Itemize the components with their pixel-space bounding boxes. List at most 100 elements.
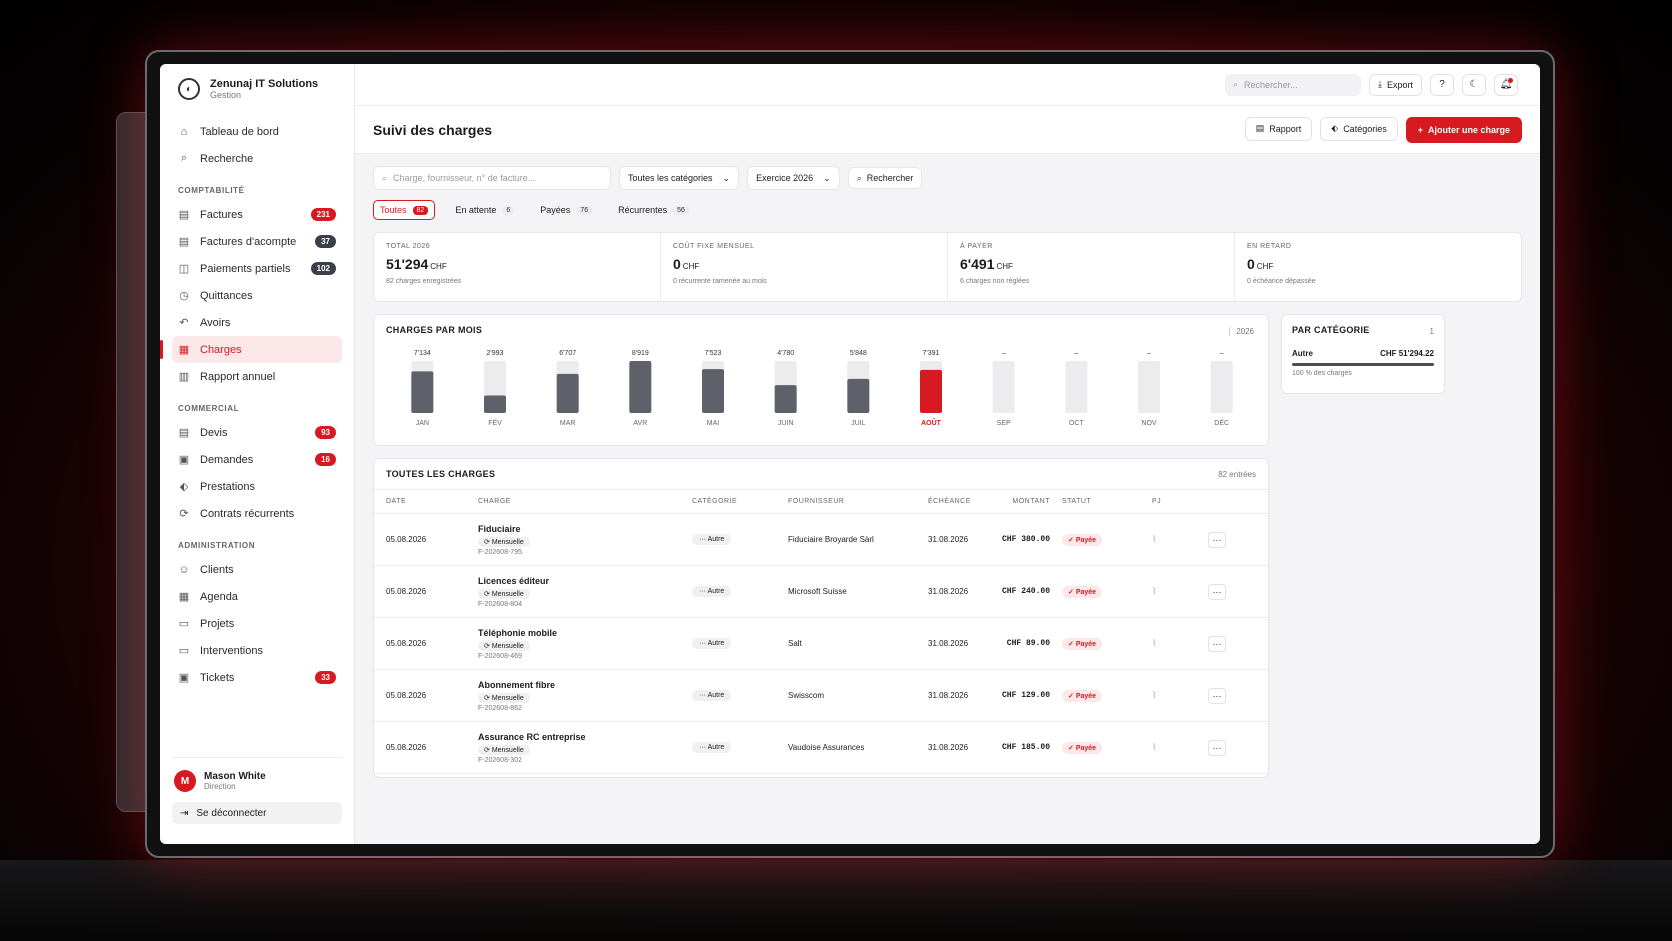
category-select[interactable]: Toutes les catégories ⌄ (619, 166, 740, 190)
table-row[interactable]: 05.08.2026 Téléphonie mobile ⟳ Mensuelle F-… (374, 618, 1268, 670)
add-charge-button[interactable]: + Ajouter une charge (1405, 116, 1522, 143)
export-button[interactable]: ⤓ Export (1369, 73, 1422, 96)
table-row[interactable]: 05.08.2026 Abonnement fibre ⟳ Mensuelle F-2… (374, 670, 1268, 722)
report-button[interactable]: ▤ Rapport (1244, 116, 1313, 141)
sidebar-item-receipt[interactable]: ◷ Quittances (172, 282, 342, 309)
column-header: PJ (1152, 498, 1162, 505)
cell-charge: Licences éditeur ⟳ Mensuelle F-202608-804 (478, 576, 692, 608)
sidebar-item-label: Clients (200, 563, 234, 576)
chart-title: CHARGES PAR MOIS (386, 325, 483, 335)
notifications-button[interactable]: 🔔︎ (1494, 73, 1518, 96)
brand[interactable]: ◐ Zenunaj IT Solutions Gestion (172, 78, 342, 100)
category-name: Autre (1292, 349, 1313, 358)
bar-value-label: 2'993 (487, 350, 504, 357)
sidebar-item-home[interactable]: ⌂ Tableau de bord (172, 118, 342, 145)
quote-icon: ▤ (178, 427, 190, 439)
row-actions-button[interactable]: ··· (1208, 687, 1226, 704)
table-row[interactable]: 05.08.2026 Fiduciaire ⟳ Mensuelle F-202608-… (374, 514, 1268, 566)
sidebar-item-tag[interactable]: ⬖ Prestations (172, 473, 342, 500)
brand-logo-icon: ◐ (178, 78, 200, 100)
column-header: MONTANT (1012, 498, 1050, 505)
tab-2[interactable]: Payées 76 (534, 200, 598, 220)
theme-toggle-button[interactable]: ☾ (1462, 73, 1486, 96)
sidebar-item-requests[interactable]: ▣ Demandes 16 (172, 446, 342, 473)
row-actions-button[interactable]: ··· (1208, 583, 1226, 600)
cell-attachment[interactable]: ⌇ (1152, 638, 1208, 649)
tab-count: 82 (412, 205, 429, 215)
sidebar-item-search[interactable]: ⌕ Recherche (172, 145, 342, 172)
cell-attachment[interactable]: ⌇ (1152, 534, 1208, 545)
sidebar-item-calendar[interactable]: ▦ Agenda (172, 583, 342, 610)
sidebar-item-partial-payment[interactable]: ◫ Paiements partiels 102 (172, 255, 342, 282)
frequency-label: Mensuelle (491, 694, 524, 702)
bar-value-label: – (1147, 350, 1151, 357)
sidebar-item-annual-report[interactable]: ▥ Rapport annuel (172, 363, 342, 390)
sidebar-item-credit-note[interactable]: ↶ Avoirs (172, 309, 342, 336)
row-actions-button[interactable]: ··· (1208, 531, 1226, 548)
stat-value-wrap: 0 CHF (1247, 256, 1509, 272)
charge-name: Assurance RC entreprise (478, 731, 586, 742)
sidebar-item-ticket[interactable]: ▣ Tickets 33 (172, 664, 342, 691)
bar-value-label: 5'848 (850, 350, 867, 357)
bar-avr[interactable] (629, 361, 652, 413)
bar-mar[interactable] (556, 373, 579, 413)
intervention-icon: ▭ (178, 645, 190, 657)
status-badge: ✓ Payée (1062, 741, 1103, 754)
status-label: Payée (1075, 536, 1097, 544)
sidebar-item-label: Factures (200, 208, 243, 221)
cell-attachment[interactable]: ⌇ (1152, 586, 1208, 597)
tab-0[interactable]: Toutes 82 (373, 200, 436, 220)
notification-dot (1508, 77, 1513, 83)
app-screen: ◐ Zenunaj IT Solutions Gestion ⌂ Tableau … (160, 64, 1540, 844)
stat-label: À PAYER (960, 243, 993, 250)
bar-jan[interactable] (411, 371, 434, 413)
bar-mai[interactable] (702, 369, 724, 413)
charge-search-input[interactable]: ⌕ Charge, fournisseur, n° de facture... (373, 166, 611, 190)
help-button[interactable]: ? (1430, 73, 1454, 96)
bar-track (1210, 361, 1233, 413)
search-button[interactable]: ⌕ Rechercher (847, 167, 923, 189)
sidebar-item-invoice[interactable]: ▤ Factures 231 (172, 201, 342, 228)
sidebar-item-clients[interactable]: ☺ Clients (172, 556, 342, 583)
categories-button[interactable]: ⬖ Catégories (1320, 116, 1398, 141)
cell-attachment[interactable]: ⌇ (1152, 742, 1208, 753)
sidebar-nav: ⌂ Tableau de bord ⌕ Recherche COMPTABILITÉ ▤ F… (160, 118, 342, 691)
bar-juin[interactable] (774, 385, 797, 413)
check-icon: ✓ (1068, 640, 1076, 648)
recurring-icon: ⟳ (484, 746, 492, 754)
charge-name: Fiduciaire (478, 523, 521, 534)
user-profile[interactable]: M Mason White Direction (172, 770, 342, 792)
bar-juil[interactable] (847, 378, 870, 413)
count-badge: 33 (315, 671, 336, 684)
bar-août[interactable] (920, 369, 942, 413)
stat-value-wrap: 0 CHF (673, 256, 935, 272)
folder-icon: ▭ (178, 618, 190, 630)
row-actions-button[interactable]: ··· (1208, 739, 1226, 756)
month-tick-label: JAN (416, 420, 429, 427)
logout-button[interactable]: ⇥ Se déconnecter (172, 802, 342, 824)
categories-label: Catégories (1343, 123, 1387, 134)
bar-value-label: 7'134 (414, 350, 431, 357)
sidebar-item-quote[interactable]: ▤ Devis 93 (172, 419, 342, 446)
sidebar-item-charges[interactable]: ▦ Charges (160, 336, 342, 363)
sidebar-item-folder[interactable]: ▭ Projets (172, 610, 342, 637)
sidebar-item-recurring[interactable]: ⟳ Contrats récurrents (172, 500, 342, 527)
check-icon: ✓ (1068, 692, 1076, 700)
table-row[interactable]: 05.08.2026 Assurance RC entreprise ⟳ Mensu… (374, 722, 1268, 774)
year-select[interactable]: Exercice 2026 ⌄ (747, 166, 840, 190)
bar-fév[interactable] (484, 395, 506, 413)
cell-amount: CHF 89.00 (1006, 639, 1050, 648)
tab-1[interactable]: En attente 6 (449, 200, 520, 220)
category-line[interactable]: Autre CHF 51'294.22 (1292, 349, 1434, 358)
tab-3[interactable]: Récurrentes 56 (612, 200, 695, 220)
column-header: CHARGE (478, 498, 511, 505)
cell-attachment[interactable]: ⌇ (1152, 690, 1208, 701)
sidebar-item-intervention[interactable]: ▭ Interventions (172, 637, 342, 664)
search-icon: ⌕ (180, 152, 188, 164)
table-row[interactable]: 05.08.2026 Licences éditeur ⟳ Mensuelle F-2… (374, 566, 1268, 618)
deposit-invoice-icon: ▤ (178, 236, 190, 248)
charge-name: Licences éditeur (478, 575, 550, 586)
row-actions-button[interactable]: ··· (1208, 635, 1226, 652)
global-search-input[interactable]: ⌕ Rechercher... (1225, 73, 1361, 96)
sidebar-item-deposit-invoice[interactable]: ▤ Factures d'acompte 37 (172, 228, 342, 255)
